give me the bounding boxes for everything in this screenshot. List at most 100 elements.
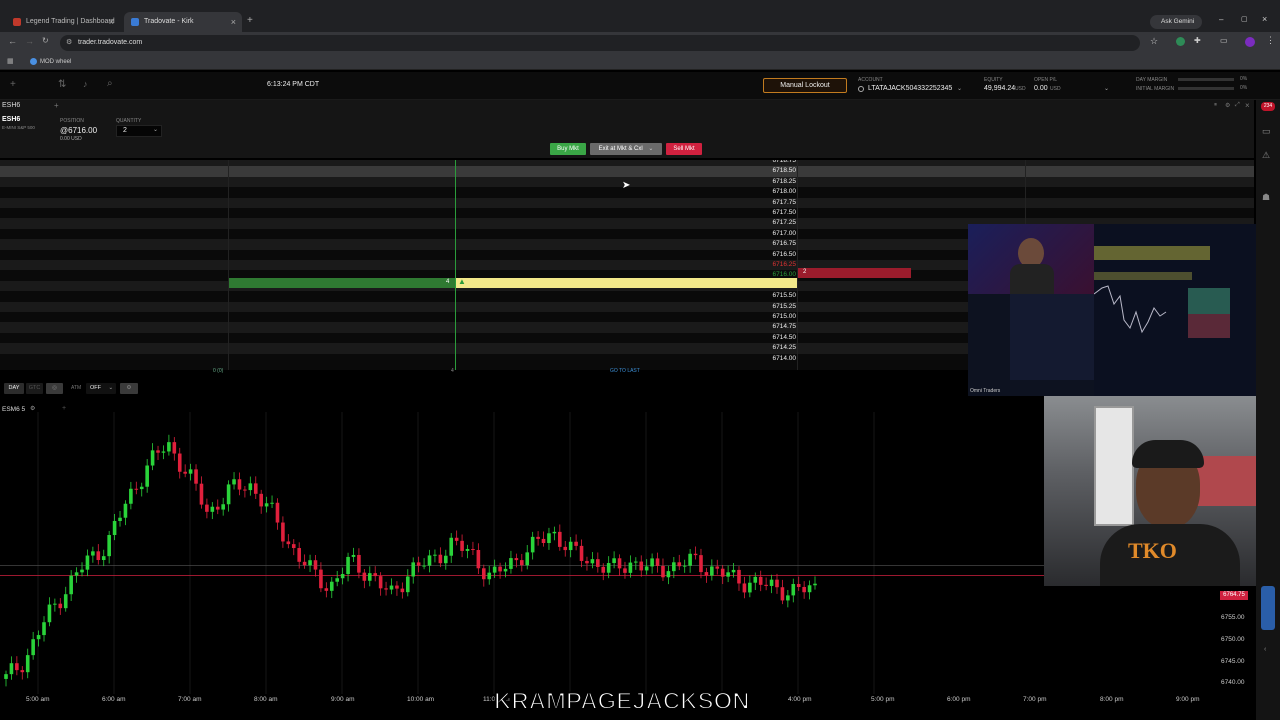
candle-body: [270, 502, 274, 504]
bookmark-star-icon[interactable]: ☆: [1150, 36, 1158, 47]
browser-tab-active[interactable]: Tradovate - Kirk ×: [124, 12, 242, 32]
chevron-down-icon[interactable]: ⌄: [109, 385, 114, 391]
panel-close-icon[interactable]: ×: [1245, 101, 1250, 110]
account-label: ACCOUNT: [858, 77, 883, 83]
bell-icon[interactable]: ♪: [83, 79, 88, 89]
position-value: @6716.00: [60, 126, 98, 135]
chevron-down-icon[interactable]: ⌄: [1104, 85, 1109, 92]
apps-grid-icon[interactable]: ▦: [7, 54, 14, 70]
url-field[interactable]: ⚙ trader.tradovate.com: [60, 35, 1140, 51]
ladder-row[interactable]: 6718.50: [0, 166, 1254, 177]
close-window-icon[interactable]: ×: [1262, 14, 1267, 24]
candle-body: [357, 554, 361, 573]
close-tab-icon[interactable]: ×: [231, 12, 236, 32]
site-info-icon[interactable]: ⚙: [66, 35, 72, 51]
candle-body: [123, 503, 128, 518]
users-icon[interactable]: ☗: [1262, 192, 1270, 203]
time-tick-label: 5:00 pm: [871, 696, 895, 703]
help-tab[interactable]: [1261, 586, 1275, 630]
candle-body: [634, 561, 638, 563]
extension-icon[interactable]: [1176, 37, 1185, 46]
tif-day-button[interactable]: DAY: [4, 383, 24, 394]
forward-icon[interactable]: →: [25, 36, 34, 46]
time-tick-label: 9:00 am: [331, 696, 355, 703]
add-tab-icon[interactable]: +: [54, 101, 59, 110]
ladder-row[interactable]: 6717.50: [0, 208, 1254, 219]
atm-label: ATM: [71, 385, 82, 391]
candle-body: [563, 546, 568, 551]
candle-body: [590, 559, 595, 564]
panel-popout-icon[interactable]: ⤢: [1235, 102, 1240, 109]
day-margin-label: DAY MARGIN: [1136, 77, 1168, 83]
back-icon[interactable]: ←: [8, 36, 17, 46]
candle-body: [319, 569, 323, 589]
candle-body: [20, 670, 25, 673]
ask-gemini-button[interactable]: Ask Gemini: [1150, 15, 1202, 29]
tif-options-icon[interactable]: ◎: [46, 383, 63, 394]
maximize-icon[interactable]: ▢: [1241, 15, 1248, 23]
position-usd: 0.00 USD: [60, 136, 82, 142]
minimize-icon[interactable]: –: [1219, 15, 1223, 24]
panel-pause-icon[interactable]: ⏸: [1214, 102, 1217, 109]
ladder-row[interactable]: 6717.75: [0, 197, 1254, 208]
candle-body: [25, 655, 30, 673]
new-tab-button[interactable]: +: [247, 15, 253, 26]
quantity-input[interactable]: 2 ⌄: [116, 125, 162, 137]
transfer-icon[interactable]: ⇅: [58, 79, 66, 90]
candle-body: [150, 450, 155, 466]
candle-body: [248, 483, 253, 491]
add-icon[interactable]: +: [10, 79, 16, 90]
bookmark-mod-wheel[interactable]: MOD wheel: [40, 54, 71, 70]
ladder-price: 6718.75: [772, 160, 797, 164]
notifications-badge[interactable]: 234: [1261, 102, 1275, 111]
profile-avatar[interactable]: [1245, 37, 1255, 47]
time-tick-label: 6:00 am: [102, 696, 126, 703]
collapse-icon[interactable]: ‹: [1264, 646, 1266, 653]
sell-market-button[interactable]: Sell Mkt: [666, 143, 702, 155]
candle-body: [568, 541, 573, 551]
atm-select[interactable]: OFF ⌄: [86, 383, 116, 394]
candle-body: [601, 566, 606, 573]
buy-market-button[interactable]: Buy Mkt: [550, 143, 586, 155]
chevron-down-icon[interactable]: ⌄: [648, 146, 653, 152]
search-icon[interactable]: ⌕: [107, 78, 113, 89]
openpl-label: OPEN P/L: [1034, 77, 1058, 83]
exit-market-button[interactable]: Exit at Mkt & Cxl ⌄: [590, 143, 662, 155]
candle-body: [807, 585, 812, 593]
candle-body: [58, 603, 63, 609]
browser-tab[interactable]: Legend Trading | Dashboard ×: [6, 12, 120, 32]
manual-lockout-label: Manual Lockout: [780, 82, 830, 89]
account-select[interactable]: LTATAJACK504332252345: [868, 85, 952, 92]
candle-body: [281, 522, 285, 542]
candle-body: [481, 568, 486, 580]
menu-kebab-icon[interactable]: ⋮: [1266, 35, 1275, 46]
reload-icon[interactable]: ↻: [42, 36, 49, 45]
panel-settings-icon[interactable]: ⚙: [1225, 102, 1230, 109]
candle-body: [215, 506, 220, 510]
dom-symbol-desc: E-MINI S&P 500: [2, 125, 35, 130]
candle-body: [324, 588, 329, 591]
chevron-down-icon[interactable]: ⌄: [957, 85, 962, 92]
puzzle-icon[interactable]: ✚: [1194, 36, 1201, 45]
time-tick-label: 6:00 pm: [947, 696, 971, 703]
chat-icon[interactable]: ▭: [1262, 126, 1271, 137]
candle-body: [775, 579, 779, 588]
atm-settings-icon[interactable]: ⚙: [120, 383, 138, 394]
candle-body: [47, 604, 52, 623]
close-tab-icon[interactable]: ×: [109, 12, 114, 32]
sidepanel-icon[interactable]: ▭: [1220, 36, 1228, 45]
candle-body: [704, 572, 709, 576]
candle-body: [742, 583, 747, 593]
dom-tab-symbol[interactable]: ESH6: [2, 102, 20, 109]
candle-body: [606, 563, 611, 573]
candle-body: [156, 450, 160, 453]
ladder-price: 6714.00: [772, 354, 797, 362]
candle-body: [780, 587, 785, 601]
dom-symbol[interactable]: ESH6: [2, 116, 20, 123]
manual-lockout-button[interactable]: Manual Lockout: [763, 78, 847, 93]
chevron-down-icon[interactable]: ⌄: [153, 126, 158, 133]
go-to-last-button[interactable]: GO TO LAST: [610, 368, 640, 374]
candle-body: [449, 537, 454, 556]
alert-icon[interactable]: ⚠: [1262, 150, 1270, 161]
tif-gtc-button[interactable]: GTC: [26, 383, 43, 394]
